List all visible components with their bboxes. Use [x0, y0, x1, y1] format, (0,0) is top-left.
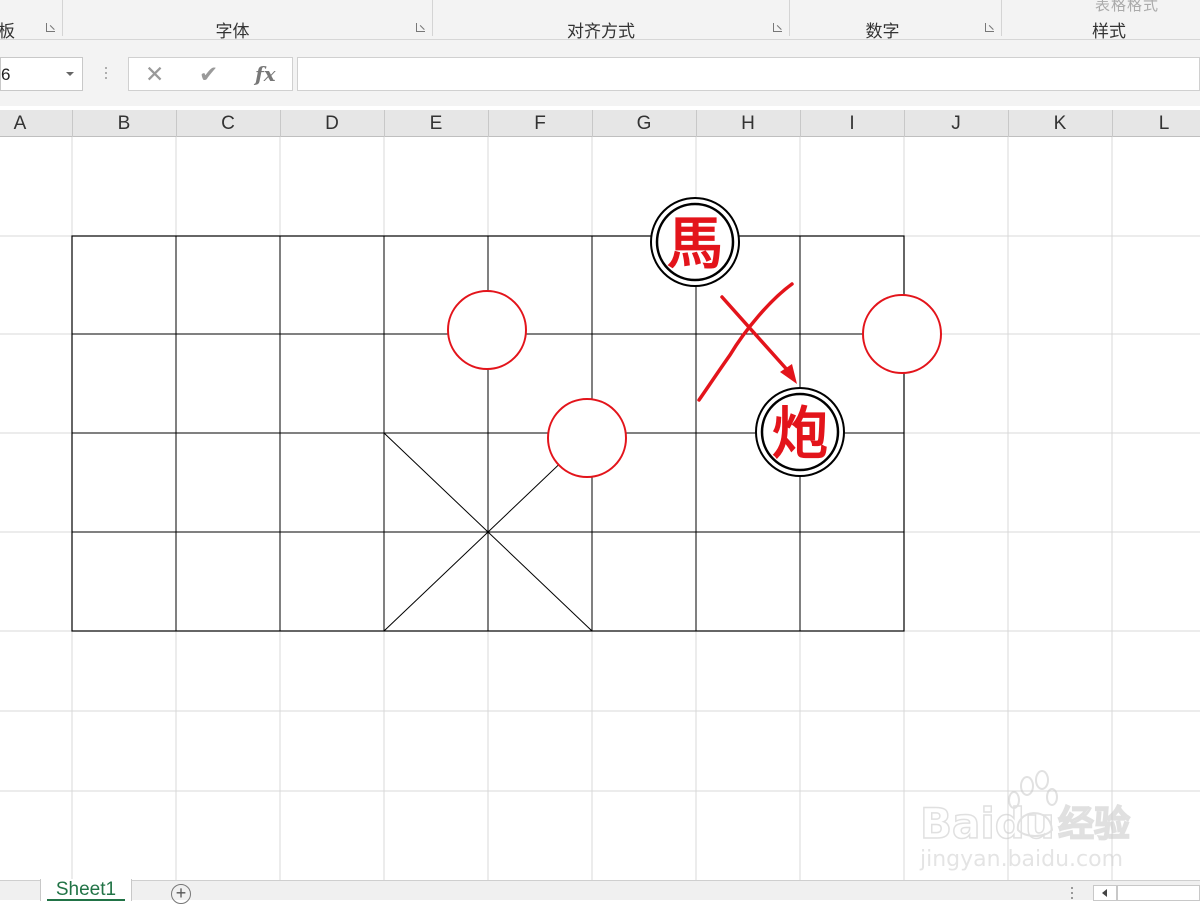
- blocked-move-annotation: [697, 282, 794, 402]
- column-separator[interactable]: [904, 110, 905, 137]
- column-header-c[interactable]: C: [221, 113, 235, 135]
- ribbon-group-alignment: 对齐方式: [433, 0, 789, 41]
- column-header-b[interactable]: B: [118, 113, 131, 135]
- column-header-f[interactable]: F: [534, 113, 546, 135]
- more-options-icon[interactable]: [99, 67, 113, 83]
- chess-piece-cannon[interactable]: 炮: [755, 387, 845, 477]
- baidu-jingyan-watermark: Baidu 经验 jingyan.baidu.com: [919, 770, 1131, 872]
- column-header-g[interactable]: G: [637, 113, 652, 135]
- column-separator[interactable]: [696, 110, 697, 137]
- piece-char: 馬: [667, 211, 723, 277]
- column-separator[interactable]: [800, 110, 801, 137]
- formula-input[interactable]: [297, 57, 1200, 91]
- target-marker[interactable]: [447, 290, 527, 370]
- chevron-down-icon[interactable]: [66, 72, 74, 76]
- column-header-a[interactable]: A: [14, 113, 27, 135]
- format-as-table-label[interactable]: 表格格式: [1095, 0, 1159, 15]
- column-separator[interactable]: [280, 110, 281, 137]
- scroll-left-icon[interactable]: [1093, 885, 1117, 901]
- cell-gridlines: [0, 137, 1200, 880]
- ribbon-group-number: 数字: [790, 0, 1001, 41]
- column-separator[interactable]: [1008, 110, 1009, 137]
- watermark-url: jingyan.baidu.com: [919, 847, 1123, 872]
- worksheet-grid[interactable]: 馬 炮 Baidu 经验 jingyan.baidu.com: [0, 137, 1200, 880]
- enter-icon[interactable]: ✔: [199, 61, 218, 88]
- ribbon-group-label: 字体: [215, 22, 250, 41]
- column-separator[interactable]: [488, 110, 489, 137]
- sheet-tab-bar: Sheet1 +: [0, 879, 1200, 904]
- column-header-e[interactable]: E: [430, 113, 443, 135]
- column-separator[interactable]: [384, 110, 385, 137]
- sheet-tab-active[interactable]: Sheet1: [40, 879, 132, 901]
- column-header-h[interactable]: H: [741, 113, 755, 135]
- column-separator[interactable]: [72, 110, 73, 137]
- ribbon: 板 字体 对齐方式 数字 样式 表格格式: [0, 0, 1200, 41]
- column-header-i[interactable]: I: [849, 113, 854, 135]
- column-header-d[interactable]: D: [325, 113, 339, 135]
- chess-piece-horse[interactable]: 馬: [650, 197, 740, 287]
- watermark-brand: 经验: [1058, 804, 1130, 845]
- ribbon-group-label: 对齐方式: [567, 22, 635, 41]
- cross-stroke: [697, 282, 794, 402]
- ribbon-group-label: 样式: [1092, 22, 1126, 41]
- watermark-logo: Baidu: [920, 799, 1055, 848]
- ribbon-group-font: 字体: [63, 0, 432, 41]
- name-box[interactable]: 6: [0, 57, 83, 91]
- column-header-k[interactable]: K: [1054, 113, 1067, 135]
- formula-bar: 6 ✕ ✔ fx: [0, 40, 1200, 106]
- dialog-launcher-icon[interactable]: [985, 23, 994, 32]
- ribbon-group-label: 数字: [865, 22, 900, 41]
- column-headers: A B C D E F G H I J K L: [0, 110, 1200, 137]
- column-header-j[interactable]: J: [951, 113, 961, 135]
- formula-buttons: ✕ ✔ fx: [128, 57, 293, 91]
- column-separator[interactable]: [176, 110, 177, 137]
- column-separator[interactable]: [1112, 110, 1113, 137]
- target-marker[interactable]: [547, 398, 627, 478]
- column-header-l[interactable]: L: [1159, 113, 1170, 135]
- horizontal-scrollbar[interactable]: [1117, 885, 1200, 901]
- arrow-shaft: [720, 295, 792, 375]
- insert-function-button[interactable]: fx: [255, 62, 276, 86]
- name-box-value: 6: [1, 65, 11, 84]
- target-marker[interactable]: [862, 294, 942, 374]
- add-sheet-icon[interactable]: +: [171, 884, 191, 904]
- column-separator[interactable]: [592, 110, 593, 137]
- piece-char: 炮: [772, 401, 828, 467]
- cancel-icon[interactable]: ✕: [145, 61, 164, 88]
